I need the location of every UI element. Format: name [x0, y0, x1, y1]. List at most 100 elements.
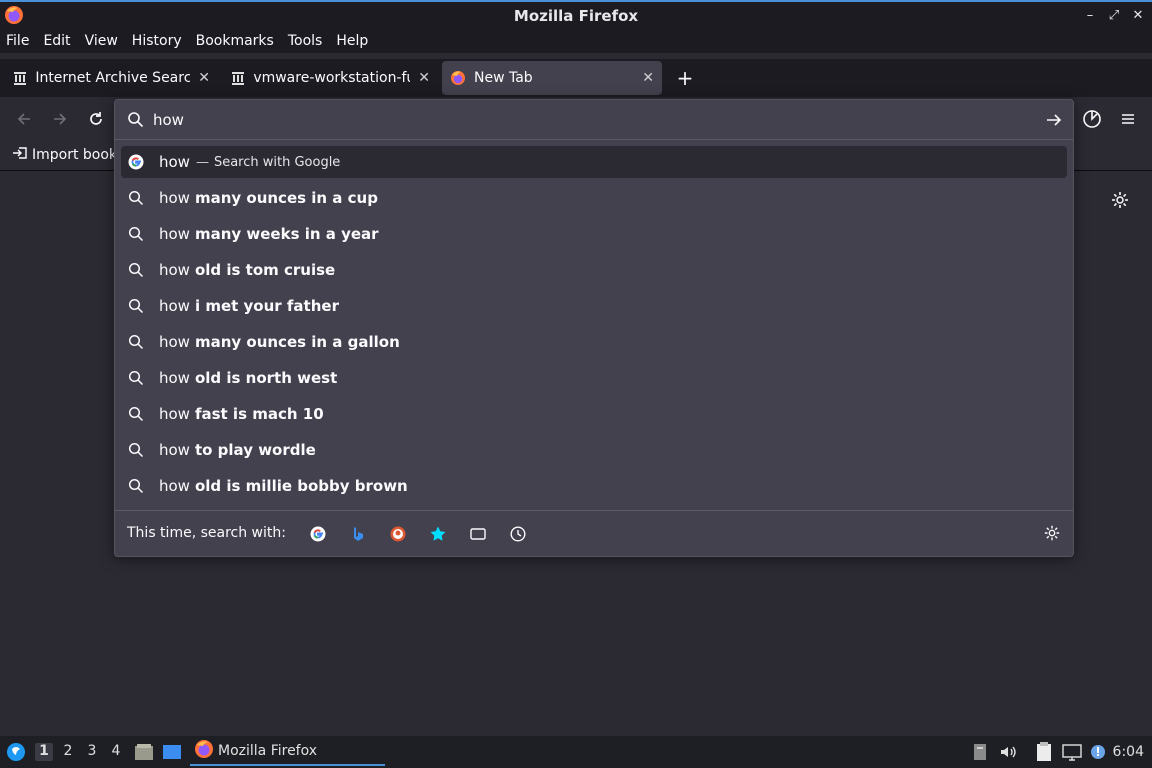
result-typed-text: how: [159, 477, 190, 495]
result-suggestion-text: old is north west: [194, 369, 338, 387]
menu-history[interactable]: History: [132, 33, 188, 49]
taskbar: 1 2 3 4 Mozilla Firefox 6:04: [0, 736, 1152, 768]
result-suggestion-text: i met your father: [194, 297, 339, 315]
menu-tools[interactable]: Tools: [288, 33, 329, 49]
gear-icon[interactable]: [1110, 190, 1130, 210]
result-typed-text: how: [159, 441, 190, 459]
duckduckgo-icon[interactable]: [388, 524, 408, 544]
history-clock-icon[interactable]: [508, 524, 528, 544]
result-row[interactable]: how i met your father: [121, 288, 1067, 324]
clock: 6:04: [1112, 744, 1144, 760]
bookmarks-star-icon[interactable]: [428, 524, 448, 544]
urlbar-dropdown: how — Search with Google how many ounces…: [114, 99, 1074, 557]
result-row[interactable]: how — Search with Google: [121, 146, 1067, 178]
one-off-search-bar: This time, search with:: [115, 510, 1073, 556]
restore-icon[interactable]: ⤢: [1106, 5, 1122, 25]
reload-icon[interactable]: [82, 105, 110, 133]
close-tab-icon[interactable]: ✕: [418, 70, 430, 86]
result-row[interactable]: how many weeks in a year: [121, 216, 1067, 252]
minimize-icon[interactable]: –: [1082, 5, 1098, 25]
hamburger-menu-icon[interactable]: [1114, 105, 1142, 133]
import-bookmarks-button[interactable]: Import book: [12, 145, 117, 165]
menu-view[interactable]: View: [85, 33, 124, 49]
bing-icon[interactable]: [348, 524, 368, 544]
start-menu-icon[interactable]: [6, 742, 26, 762]
result-typed-text: how: [159, 405, 190, 423]
workspace-3[interactable]: 3: [83, 743, 101, 761]
menu-help[interactable]: Help: [336, 33, 374, 49]
search-icon: [127, 477, 145, 495]
import-icon: [12, 145, 28, 165]
tab-internet-archive[interactable]: Internet Archive Search: ✕: [4, 61, 218, 95]
urlbar-input[interactable]: [153, 108, 1033, 132]
window-controls: – ⤢ ✕: [1082, 5, 1146, 25]
search-icon: [127, 261, 145, 279]
clipboard-tray-icon[interactable]: [970, 742, 990, 762]
extensions-icon[interactable]: [1078, 105, 1106, 133]
window-titlebar: Mozilla Firefox – ⤢ ✕: [0, 0, 1152, 29]
menu-edit[interactable]: Edit: [43, 33, 76, 49]
firefox-icon: [4, 5, 24, 25]
result-suggestion-text: fast is mach 10: [194, 405, 324, 423]
result-row[interactable]: how old is millie bobby brown: [121, 468, 1067, 504]
taskbar-task-label: Mozilla Firefox: [218, 743, 318, 759]
result-suggestion-text: old is millie bobby brown: [194, 477, 408, 495]
result-action: Search with Google: [213, 154, 341, 170]
menu-bookmarks[interactable]: Bookmarks: [196, 33, 280, 49]
result-typed-text: how: [159, 297, 190, 315]
result-suggestion-text: many ounces in a cup: [194, 189, 378, 207]
archive-icon: [230, 70, 245, 86]
urlbar-results: how — Search with Google how many ounces…: [121, 146, 1067, 504]
search-icon: [127, 189, 145, 207]
forward-icon[interactable]: [46, 105, 74, 133]
result-suggestion-text: old is tom cruise: [194, 261, 336, 279]
workspace-1[interactable]: 1: [35, 743, 53, 761]
menu-file[interactable]: File: [6, 33, 35, 49]
tabs-icon[interactable]: [468, 524, 488, 544]
window-title: Mozilla Firefox: [513, 6, 639, 25]
result-suggestion-text: many weeks in a year: [194, 225, 379, 243]
result-separator: —: [195, 154, 209, 170]
result-row[interactable]: how old is north west: [121, 360, 1067, 396]
tab-strip: Internet Archive Search: ✕ vmware-workst…: [0, 59, 1152, 97]
result-row[interactable]: how fast is mach 10: [121, 396, 1067, 432]
one-off-label: This time, search with:: [127, 525, 286, 541]
desktop-icon[interactable]: [162, 742, 182, 762]
firefox-icon: [194, 739, 214, 763]
volume-icon[interactable]: [998, 742, 1018, 762]
close-icon[interactable]: ✕: [1130, 5, 1146, 25]
network-icon[interactable]: [1062, 742, 1082, 762]
search-icon: [127, 225, 145, 243]
back-icon[interactable]: [10, 105, 38, 133]
taskbar-firefox-button[interactable]: Mozilla Firefox: [190, 738, 385, 766]
search-icon: [127, 333, 145, 351]
import-bookmarks-label: Import book: [32, 147, 118, 163]
close-tab-icon[interactable]: ✕: [642, 70, 654, 86]
notes-tray-icon[interactable]: [1034, 742, 1054, 762]
tab-vmware[interactable]: vmware-workstation-full- ✕: [222, 61, 438, 95]
result-row[interactable]: how many ounces in a gallon: [121, 324, 1067, 360]
result-typed-text: how: [159, 369, 190, 387]
close-tab-icon[interactable]: ✕: [198, 70, 210, 86]
update-notifier-icon[interactable]: [1088, 742, 1108, 762]
workspace-4[interactable]: 4: [107, 743, 125, 761]
file-manager-icon[interactable]: [134, 742, 154, 762]
go-arrow-icon[interactable]: [1045, 111, 1063, 133]
google-icon[interactable]: [308, 524, 328, 544]
search-icon: [127, 111, 144, 132]
result-row[interactable]: how to play wordle: [121, 432, 1067, 468]
firefox-icon: [450, 70, 466, 86]
result-row[interactable]: how many ounces in a cup: [121, 180, 1067, 216]
google-icon: [127, 153, 145, 171]
tab-title: Internet Archive Search:: [35, 70, 191, 86]
gear-icon[interactable]: [1043, 524, 1061, 546]
result-row[interactable]: how old is tom cruise: [121, 252, 1067, 288]
search-icon: [127, 297, 145, 315]
search-icon: [127, 405, 145, 423]
workspace-2[interactable]: 2: [59, 743, 77, 761]
tab-new-tab[interactable]: New Tab ✕: [442, 61, 662, 95]
search-icon: [127, 441, 145, 459]
result-typed-text: how: [159, 225, 190, 243]
new-tab-button[interactable]: +: [670, 63, 700, 93]
result-typed-text: how: [159, 153, 190, 171]
